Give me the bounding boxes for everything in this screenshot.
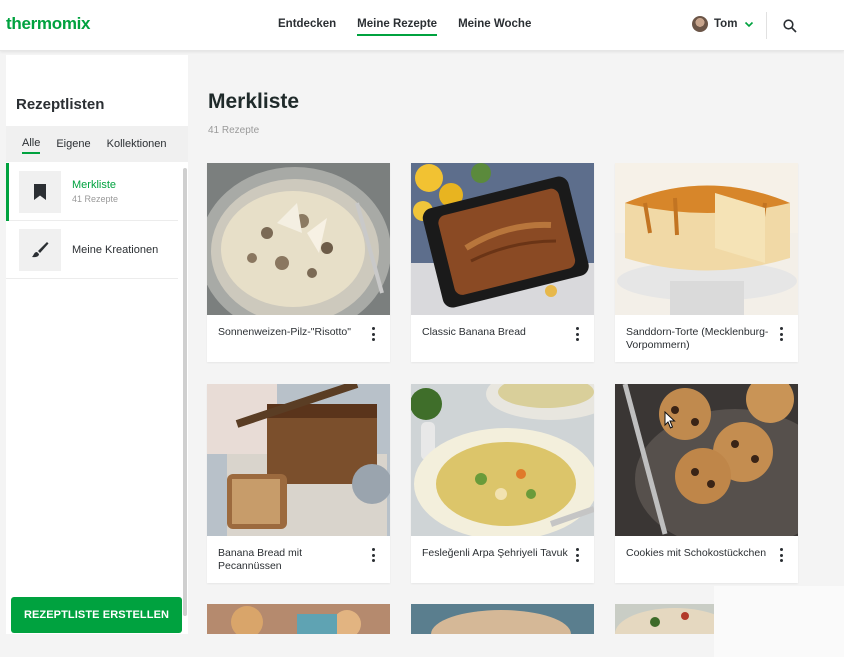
more-vert-icon[interactable] bbox=[778, 548, 784, 562]
sidebar-item-label: Meine Kreationen bbox=[72, 243, 159, 256]
user-name: Tom bbox=[714, 18, 738, 30]
recipe-count: 41 Rezepte bbox=[208, 125, 260, 136]
top-header: thermomix Entdecken Meine Rezepte Meine … bbox=[0, 0, 844, 51]
more-vert-icon[interactable] bbox=[574, 548, 580, 562]
sidebar-item-count: 41 Rezepte bbox=[72, 194, 119, 204]
sidebar-title: Rezeptlisten bbox=[16, 96, 105, 113]
recipe-title: Sanddorn-Torte (Mecklenburg-Vorpommern) bbox=[626, 326, 769, 351]
user-menu[interactable]: Tom bbox=[692, 16, 755, 32]
nav-meine-rezepte[interactable]: Meine Rezepte bbox=[357, 18, 438, 36]
avatar bbox=[692, 16, 708, 32]
recipe-image bbox=[207, 384, 390, 536]
more-vert-icon[interactable] bbox=[574, 327, 580, 341]
more-vert-icon[interactable] bbox=[370, 548, 376, 562]
recipe-image bbox=[615, 384, 798, 536]
recipe-card[interactable]: Sonnenweizen-Pilz-"Risotto" bbox=[207, 163, 390, 362]
search-icon[interactable] bbox=[782, 18, 798, 34]
recipe-card[interactable]: Sanddorn-Torte (Mecklenburg-Vorpommern) bbox=[615, 163, 798, 362]
recipe-image bbox=[411, 163, 594, 315]
sidebar-item-merkliste[interactable]: Merkliste 41 Rezepte bbox=[6, 163, 178, 221]
recipe-title: Banana Bread mit Pecannüssen bbox=[218, 547, 303, 572]
sidebar-scrollbar[interactable] bbox=[183, 168, 187, 616]
recipe-image-partial[interactable] bbox=[207, 604, 390, 637]
recipe-card[interactable]: Cookies mit Schokostückchen bbox=[615, 384, 798, 583]
tab-kollektionen[interactable]: Kollektionen bbox=[107, 135, 167, 153]
thermomix-logo[interactable]: thermomix bbox=[6, 14, 91, 34]
recipe-title: Cookies mit Schokostückchen bbox=[626, 547, 767, 559]
nav-meine-woche[interactable]: Meine Woche bbox=[458, 18, 531, 36]
sidebar-list: Merkliste 41 Rezepte Meine Kreationen bbox=[6, 163, 178, 279]
recipe-title: Sonnenweizen-Pilz-"Risotto" bbox=[218, 326, 351, 338]
tab-alle[interactable]: Alle bbox=[22, 134, 41, 154]
main-nav: Entdecken Meine Rezepte Meine Woche bbox=[278, 18, 531, 36]
page-title: Merkliste bbox=[208, 90, 300, 113]
chevron-down-icon bbox=[745, 21, 754, 28]
bottom-fade bbox=[0, 634, 714, 657]
recipe-title: Fesleğenli Arpa Şehriyeli Tavuk bbox=[422, 547, 568, 559]
header-divider bbox=[766, 12, 767, 39]
recipe-title: Classic Banana Bread bbox=[422, 326, 526, 338]
sidebar-tabs: Alle Eigene Kollektionen bbox=[6, 126, 188, 162]
recipe-image bbox=[615, 163, 798, 315]
mouse-cursor-icon bbox=[664, 411, 676, 429]
tab-eigene[interactable]: Eigene bbox=[56, 135, 90, 153]
recipe-image-partial[interactable] bbox=[411, 604, 594, 637]
recipe-card[interactable]: Banana Bread mit Pecannüssen bbox=[207, 384, 390, 583]
create-list-button[interactable]: REZEPTLISTE ERSTELLEN bbox=[11, 597, 182, 633]
more-vert-icon[interactable] bbox=[778, 327, 784, 341]
bookmark-icon bbox=[19, 170, 61, 213]
nav-entdecken[interactable]: Entdecken bbox=[278, 18, 336, 36]
recipe-image bbox=[207, 163, 390, 315]
sidebar-item-meine-kreationen[interactable]: Meine Kreationen bbox=[6, 221, 178, 279]
brush-icon bbox=[19, 228, 61, 271]
sidebar-item-label: Merkliste bbox=[72, 179, 117, 191]
recipe-image bbox=[411, 384, 594, 536]
recipe-card[interactable]: Classic Banana Bread bbox=[411, 163, 594, 362]
corner-overlay bbox=[714, 586, 844, 657]
recipe-card[interactable]: Fesleğenli Arpa Şehriyeli Tavuk bbox=[411, 384, 594, 583]
more-vert-icon[interactable] bbox=[370, 327, 376, 341]
recipe-lists-sidebar: Rezeptlisten Alle Eigene Kollektionen Me… bbox=[6, 55, 188, 657]
